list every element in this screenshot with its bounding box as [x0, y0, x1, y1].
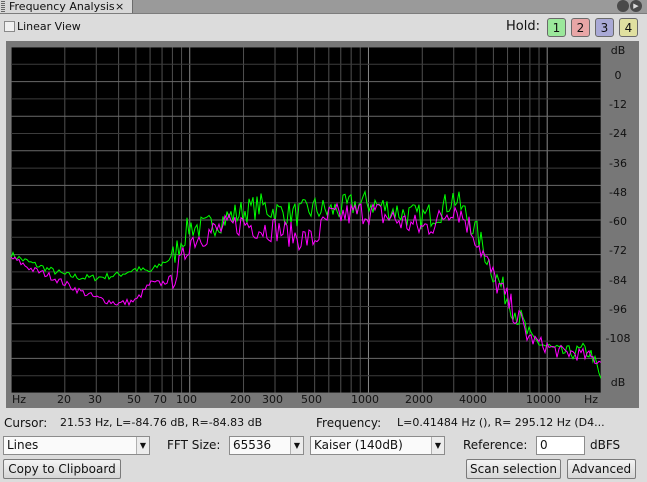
- cursor-label: Cursor:: [4, 416, 48, 430]
- y-tick-label: -60: [609, 215, 627, 228]
- window-function-select[interactable]: Kaiser (140dB) ▼: [310, 436, 445, 455]
- chevron-down-icon[interactable]: ▼: [136, 437, 149, 454]
- y-tick-label: -24: [609, 127, 627, 140]
- x-tick-label: 50: [127, 393, 141, 406]
- fft-size-select[interactable]: 65536 ▼: [229, 436, 304, 455]
- plot-grid: [11, 47, 601, 393]
- tab-title: Frequency Analysis: [9, 0, 115, 13]
- x-tick-label: 1000: [351, 393, 379, 406]
- copy-to-clipboard-button[interactable]: Copy to Clipboard: [3, 459, 121, 479]
- cursor-value: 21.53 Hz, L=-84.76 dB, R=-84.83 dB: [60, 416, 263, 429]
- plot-mode-value: Lines: [7, 438, 39, 452]
- y-tick-label: -72: [609, 244, 627, 257]
- x-tick-label: 100: [176, 393, 197, 406]
- x-tick-label: 500: [301, 393, 322, 406]
- linear-view-label: Linear View: [17, 20, 81, 33]
- advanced-button[interactable]: Advanced: [567, 459, 636, 479]
- plot-mode-select[interactable]: Lines ▼: [3, 436, 150, 455]
- hold-label: Hold:: [506, 19, 540, 34]
- chevron-down-icon[interactable]: ▼: [290, 437, 303, 454]
- hold-button-1[interactable]: 1: [547, 18, 566, 37]
- y-tick-label: 0: [614, 69, 622, 82]
- x-tick-label: 70: [153, 393, 167, 406]
- reference-input[interactable]: 0: [536, 436, 585, 455]
- grip-icon[interactable]: [1, 1, 5, 12]
- spectrum-svg[interactable]: [11, 47, 601, 393]
- x-tick-label: 4000: [459, 393, 487, 406]
- panel-expand-icon[interactable]: ▶: [630, 0, 642, 12]
- panel-menu-icon[interactable]: [617, 0, 629, 12]
- hold-button-3[interactable]: 3: [595, 18, 614, 37]
- y-tick-label: -108: [605, 332, 631, 345]
- y-tick-label: -48: [609, 186, 627, 199]
- x-tick-label: 20: [57, 393, 71, 406]
- reference-unit: dBFS: [590, 438, 621, 452]
- spectrum-series-line: [11, 202, 601, 365]
- frequency-value: L=0.41484 Hz (), R= 295.12 Hz (D4...: [397, 416, 605, 429]
- y-tick-label: dB: [610, 44, 626, 57]
- fft-size-value: 65536: [233, 438, 272, 452]
- x-tick-label: Hz: [12, 393, 27, 406]
- fft-size-label: FFT Size:: [167, 438, 221, 452]
- y-tick-label: -96: [609, 303, 627, 316]
- reference-label: Reference:: [463, 438, 528, 452]
- x-tick-label: 2000: [405, 393, 433, 406]
- x-tick-label: 200: [230, 393, 251, 406]
- x-tick-label: 30: [88, 393, 102, 406]
- close-icon[interactable]: ×: [115, 0, 124, 13]
- x-tick-label: 300: [262, 393, 283, 406]
- y-tick-label: -36: [609, 157, 627, 170]
- hold-button-4[interactable]: 4: [619, 18, 638, 37]
- hold-button-2[interactable]: 2: [571, 18, 590, 37]
- scan-selection-button[interactable]: Scan selection: [466, 459, 561, 479]
- y-tick-label: -12: [609, 98, 627, 111]
- chevron-down-icon[interactable]: ▼: [431, 437, 444, 454]
- frequency-label: Frequency:: [316, 416, 382, 430]
- linear-view-checkbox[interactable]: [4, 21, 15, 32]
- y-tick-label: -84: [609, 274, 627, 287]
- x-tick-label: 10000: [526, 393, 561, 406]
- tab-frequency-analysis[interactable]: Frequency Analysis ×: [0, 0, 133, 13]
- x-tick-label: Hz: [584, 393, 599, 406]
- spectrum-plot[interactable]: [11, 47, 601, 393]
- window-function-value: Kaiser (140dB): [314, 438, 403, 452]
- y-tick-label: dB: [610, 376, 626, 389]
